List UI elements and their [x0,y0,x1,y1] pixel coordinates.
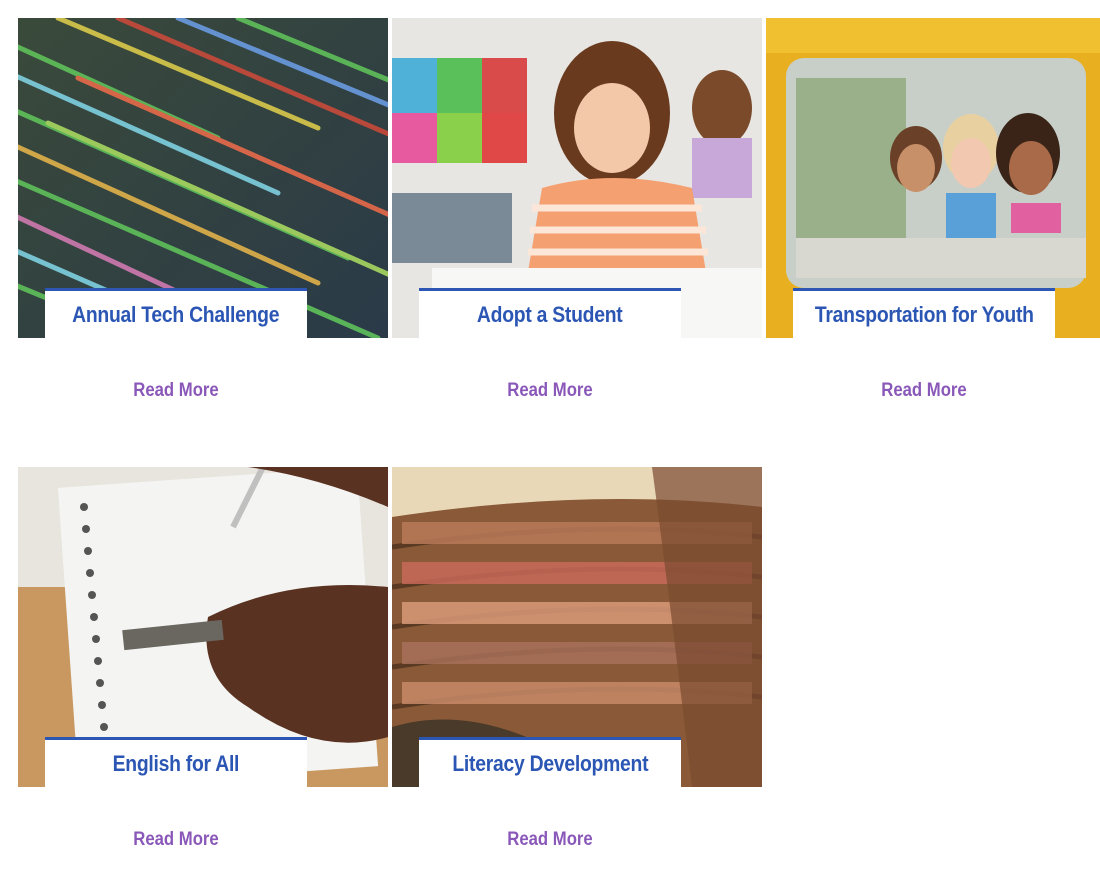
card-title-box: Literacy Development [419,737,681,787]
card-title[interactable]: Literacy Development [452,751,648,777]
card-title-box: Adopt a Student [419,288,681,338]
card-title-box: English for All [45,737,307,787]
read-more-link[interactable]: Read More [411,829,689,851]
card-title[interactable]: English for All [113,751,240,777]
card-title[interactable]: Annual Tech Challenge [72,302,279,328]
program-card: Adopt a Student Read More [392,18,762,438]
read-more-link[interactable]: Read More [411,380,689,402]
program-card: Transportation for Youth Read More [766,18,1100,438]
read-more-link[interactable]: Read More [785,380,1063,402]
read-more-link[interactable]: Read More [37,380,315,402]
program-card: English for All Read More [18,467,388,875]
card-title[interactable]: Transportation for Youth [815,302,1034,328]
card-title[interactable]: Adopt a Student [477,302,623,328]
program-card-grid: Annual Tech Challenge Read More Adopt a … [0,0,1100,875]
read-more-link[interactable]: Read More [37,829,315,851]
program-card: Annual Tech Challenge Read More [18,18,388,438]
card-title-box: Transportation for Youth [793,288,1055,338]
program-card: Literacy Development Read More [392,467,762,875]
card-title-box: Annual Tech Challenge [45,288,307,338]
